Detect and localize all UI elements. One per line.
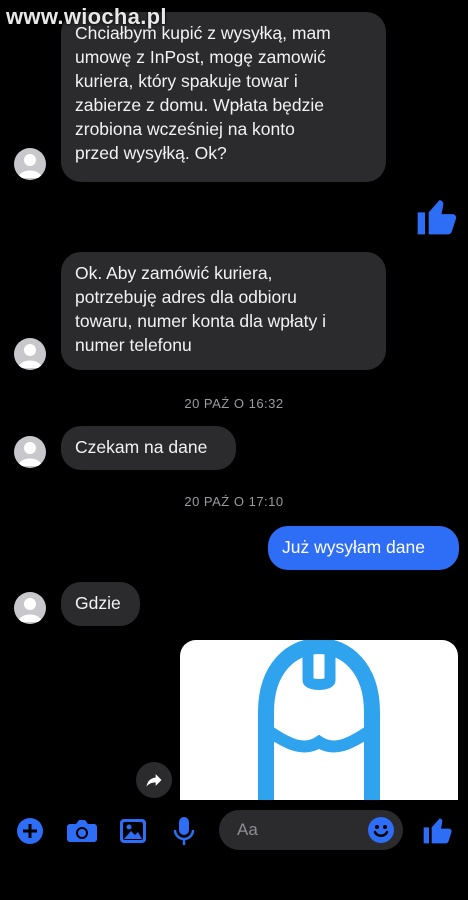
microphone-button[interactable]	[172, 815, 196, 852]
camera-icon	[67, 820, 97, 842]
share-icon	[146, 774, 162, 787]
like-icon	[423, 818, 452, 844]
timestamp: 20 PAŹ O 17:10	[184, 494, 284, 509]
watermark: www.wiocha.pl	[6, 4, 167, 29]
share-button[interactable]	[136, 762, 172, 798]
message-input-placeholder: Aa	[237, 820, 258, 839]
emoji-button[interactable]	[367, 816, 395, 849]
incoming-message[interactable]: Gdzie	[61, 582, 140, 626]
incoming-message[interactable]: Czekam na dane	[61, 426, 236, 470]
incoming-message[interactable]: Chciałbym kupić z wysyłką, mam umowę z I…	[61, 12, 386, 182]
avatar[interactable]	[14, 148, 46, 180]
incoming-message[interactable]: Ok. Aby zamówić kuriera, potrzebuję adre…	[61, 252, 386, 370]
user-silhouette-icon	[18, 154, 42, 178]
like-icon	[414, 194, 458, 243]
user-silhouette-icon	[18, 442, 42, 466]
emoji-icon	[368, 817, 394, 843]
user-silhouette-icon	[18, 344, 42, 368]
message-input[interactable]: Aa	[219, 810, 403, 850]
outgoing-message[interactable]: Już wysyłam dane	[268, 526, 459, 570]
microphone-icon	[173, 817, 195, 845]
plus-button[interactable]	[16, 817, 44, 850]
shared-image[interactable]	[180, 640, 458, 800]
plus-icon	[17, 818, 43, 844]
user-silhouette-icon	[18, 598, 42, 622]
camera-button[interactable]	[66, 817, 98, 850]
gallery-button[interactable]	[119, 817, 147, 850]
avatar[interactable]	[14, 436, 46, 468]
timestamp: 20 PAŹ O 16:32	[184, 396, 284, 411]
finger-drawing-image	[258, 640, 380, 800]
avatar[interactable]	[14, 592, 46, 624]
like-button[interactable]	[421, 814, 453, 851]
avatar[interactable]	[14, 338, 46, 370]
gallery-icon	[120, 819, 146, 843]
